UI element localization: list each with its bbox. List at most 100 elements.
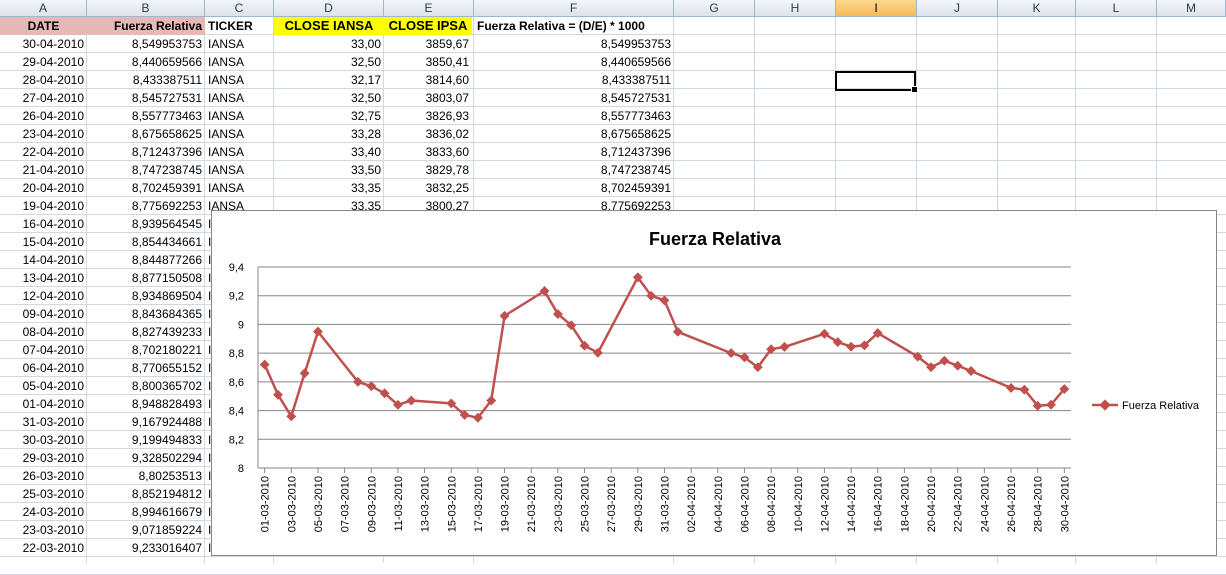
- cell-fuerza-relativa[interactable]: 8,545727531: [87, 89, 205, 107]
- cell-ticker[interactable]: IANSA: [205, 179, 274, 197]
- cell-date[interactable]: 20-04-2010: [0, 179, 87, 197]
- cell-fuerza-relativa[interactable]: 8,747238745: [87, 161, 205, 179]
- cell-ticker[interactable]: IANSA: [205, 89, 274, 107]
- header-date[interactable]: DATE: [0, 17, 87, 35]
- active-cell-selection[interactable]: [835, 71, 918, 93]
- cell-close-ipsa[interactable]: 3833,60: [384, 143, 472, 161]
- cell-fuerza-calc[interactable]: 8,549953753: [474, 35, 674, 53]
- column-header-l[interactable]: L: [1076, 0, 1157, 17]
- column-header-m[interactable]: M: [1157, 0, 1226, 17]
- cell-date[interactable]: 23-03-2010: [0, 521, 87, 539]
- cell-date[interactable]: 16-04-2010: [0, 215, 87, 233]
- cell-date[interactable]: 22-03-2010: [0, 539, 87, 557]
- cell-close-iansa[interactable]: 33,35: [274, 179, 384, 197]
- column-header-g[interactable]: G: [674, 0, 755, 17]
- cell-date[interactable]: 23-04-2010: [0, 125, 87, 143]
- cell-date[interactable]: 27-04-2010: [0, 89, 87, 107]
- cell-date[interactable]: 26-03-2010: [0, 467, 87, 485]
- cell-date[interactable]: 08-04-2010: [0, 323, 87, 341]
- cell-close-iansa[interactable]: 32,50: [274, 89, 384, 107]
- cell-fuerza-relativa[interactable]: 8,844877266: [87, 251, 205, 269]
- cell-date[interactable]: 21-04-2010: [0, 161, 87, 179]
- cell-fuerza-relativa[interactable]: 8,800365702: [87, 377, 205, 395]
- cell-fuerza-relativa[interactable]: 9,199494833: [87, 431, 205, 449]
- cell-ticker[interactable]: IANSA: [205, 107, 274, 125]
- cell-date[interactable]: 29-03-2010: [0, 449, 87, 467]
- column-header-c[interactable]: C: [205, 0, 274, 17]
- cell-close-iansa[interactable]: 33,40: [274, 143, 384, 161]
- cell-fuerza-calc[interactable]: 8,747238745: [474, 161, 674, 179]
- cell-fuerza-calc[interactable]: 8,675658625: [474, 125, 674, 143]
- cell-fuerza-relativa[interactable]: 8,702180221: [87, 341, 205, 359]
- header-fuerza-relativa[interactable]: Fuerza Relativa: [87, 17, 205, 35]
- cell-fuerza-relativa[interactable]: 8,770655152: [87, 359, 205, 377]
- cell-fuerza-relativa[interactable]: 8,939564545: [87, 215, 205, 233]
- cell-fuerza-calc[interactable]: 8,702459391: [474, 179, 674, 197]
- column-header-h[interactable]: H: [755, 0, 836, 17]
- cell-date[interactable]: 31-03-2010: [0, 413, 87, 431]
- cell-date[interactable]: 05-04-2010: [0, 377, 87, 395]
- header-close-iansa[interactable]: CLOSE IANSA: [274, 17, 384, 35]
- cell-fuerza-relativa[interactable]: 8,557773463: [87, 107, 205, 125]
- cell-date[interactable]: 28-04-2010: [0, 71, 87, 89]
- cell-close-ipsa[interactable]: 3814,60: [384, 71, 472, 89]
- cell-fuerza-relativa[interactable]: 8,994616679: [87, 503, 205, 521]
- cell-date[interactable]: 06-04-2010: [0, 359, 87, 377]
- cell-fuerza-relativa[interactable]: 8,843684365: [87, 305, 205, 323]
- header-ticker[interactable]: TICKER: [205, 17, 274, 35]
- cell-fuerza-relativa[interactable]: 8,854434661: [87, 233, 205, 251]
- column-header-j[interactable]: J: [917, 0, 998, 17]
- cell-fuerza-relativa[interactable]: 8,702459391: [87, 179, 205, 197]
- chart-fuerza-relativa[interactable]: Fuerza Relativa 8 8,2 8,4 8,6 8,8 9 9,2 9,4 01-…: [211, 210, 1217, 556]
- cell-date[interactable]: 14-04-2010: [0, 251, 87, 269]
- cell-fuerza-relativa[interactable]: 8,948828493: [87, 395, 205, 413]
- cell-date[interactable]: 13-04-2010: [0, 269, 87, 287]
- column-header-e[interactable]: E: [384, 0, 474, 17]
- cell-date[interactable]: 22-04-2010: [0, 143, 87, 161]
- column-header-k[interactable]: K: [998, 0, 1076, 17]
- cell-date[interactable]: 07-04-2010: [0, 341, 87, 359]
- cell-date[interactable]: 15-04-2010: [0, 233, 87, 251]
- cell-ticker[interactable]: IANSA: [205, 35, 274, 53]
- cell-fuerza-relativa[interactable]: 9,167924488: [87, 413, 205, 431]
- cell-close-iansa[interactable]: 32,17: [274, 71, 384, 89]
- cell-fuerza-relativa[interactable]: 8,877150508: [87, 269, 205, 287]
- cell-ticker[interactable]: IANSA: [205, 125, 274, 143]
- cell-close-ipsa[interactable]: 3836,02: [384, 125, 472, 143]
- header-formula[interactable]: Fuerza Relativa = (D/E) * 1000: [474, 17, 674, 35]
- column-header-f[interactable]: F: [474, 0, 674, 17]
- cell-fuerza-calc[interactable]: 8,433387511: [474, 71, 674, 89]
- cell-fuerza-relativa[interactable]: 8,712437396: [87, 143, 205, 161]
- cell-ticker[interactable]: IANSA: [205, 143, 274, 161]
- cell-fuerza-relativa[interactable]: 8,549953753: [87, 35, 205, 53]
- cell-fuerza-relativa[interactable]: 8,852194812: [87, 485, 205, 503]
- column-header-d[interactable]: D: [274, 0, 384, 17]
- cell-close-iansa[interactable]: 32,75: [274, 107, 384, 125]
- cell-fuerza-relativa[interactable]: 8,433387511: [87, 71, 205, 89]
- cell-ticker[interactable]: IANSA: [205, 161, 274, 179]
- cell-fuerza-calc[interactable]: 8,545727531: [474, 89, 674, 107]
- cell-fuerza-relativa[interactable]: 9,328502294: [87, 449, 205, 467]
- cell-fuerza-relativa[interactable]: 9,071859224: [87, 521, 205, 539]
- cell-date[interactable]: 24-03-2010: [0, 503, 87, 521]
- cell-date[interactable]: 12-04-2010: [0, 287, 87, 305]
- cell-date[interactable]: 30-04-2010: [0, 35, 87, 53]
- cell-close-ipsa[interactable]: 3829,78: [384, 161, 472, 179]
- column-header-i[interactable]: I: [836, 0, 917, 17]
- cell-close-ipsa[interactable]: 3803,07: [384, 89, 472, 107]
- cell-fuerza-relativa[interactable]: 8,80253513: [87, 467, 205, 485]
- cell-close-ipsa[interactable]: 3859,67: [384, 35, 472, 53]
- cell-date[interactable]: 19-04-2010: [0, 197, 87, 215]
- cell-fuerza-relativa[interactable]: 8,675658625: [87, 125, 205, 143]
- cell-fuerza-relativa[interactable]: 8,827439233: [87, 323, 205, 341]
- cell-fuerza-calc[interactable]: 8,557773463: [474, 107, 674, 125]
- cell-date[interactable]: 01-04-2010: [0, 395, 87, 413]
- cell-fuerza-relativa[interactable]: 8,440659566: [87, 53, 205, 71]
- cell-date[interactable]: 29-04-2010: [0, 53, 87, 71]
- cell-ticker[interactable]: IANSA: [205, 71, 274, 89]
- cell-date[interactable]: 09-04-2010: [0, 305, 87, 323]
- column-header-b[interactable]: B: [87, 0, 205, 17]
- cell-ticker[interactable]: IANSA: [205, 53, 274, 71]
- cell-close-iansa[interactable]: 33,50: [274, 161, 384, 179]
- cell-close-ipsa[interactable]: 3850,41: [384, 53, 472, 71]
